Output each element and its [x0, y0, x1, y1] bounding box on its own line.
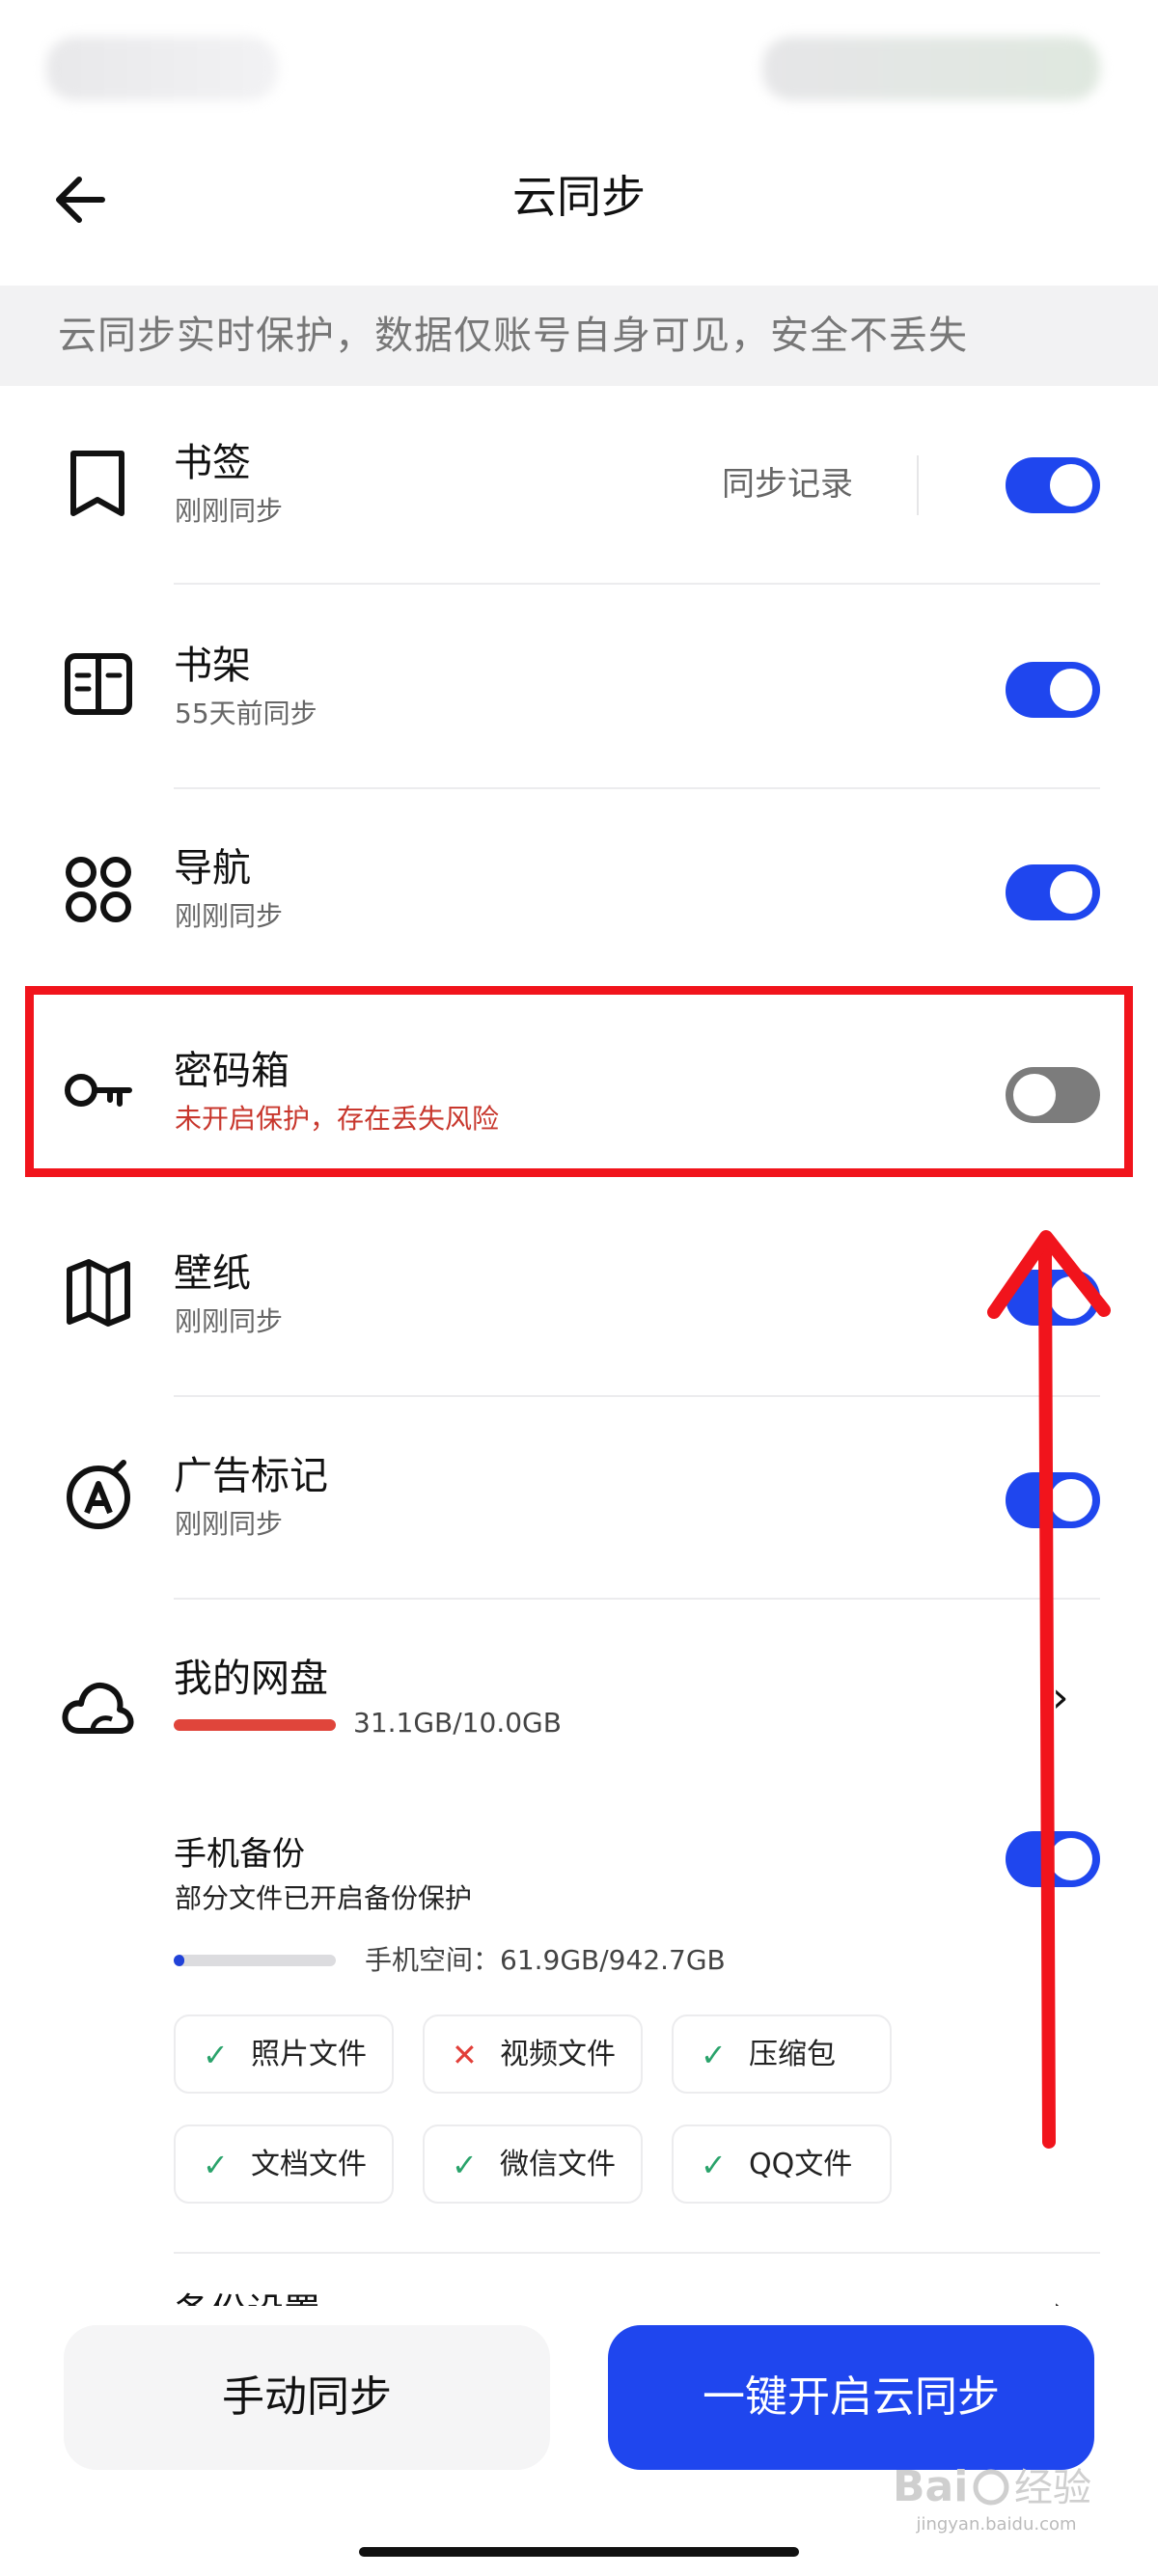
home-indicator[interactable] — [359, 2547, 799, 2557]
grid-circles-icon — [66, 857, 131, 922]
record-separator — [917, 455, 919, 515]
banner-text: 云同步实时保护，数据仅账号自身可见，安全不丢失 — [58, 314, 968, 358]
bottom-action-bar: 手动同步 一键开启云同步 Bai 经验 jingyan.baidu.com — [0, 2306, 1158, 2576]
ad-mark-icon — [67, 1460, 130, 1529]
sync-item-status: 刚刚同步 — [175, 495, 284, 527]
svg-text:Bai: Bai — [893, 2462, 968, 2511]
check-icon: ✓ — [701, 2037, 727, 2073]
backup-category-chip[interactable]: ✓ 照片文件 — [174, 2014, 394, 2094]
check-icon: ✓ — [203, 2147, 229, 2183]
sync-item-status: 刚刚同步 — [175, 900, 284, 932]
toggle-knob — [1050, 669, 1092, 711]
chip-label: 视频文件 — [500, 2038, 616, 2071]
divider — [174, 583, 1100, 585]
book-icon — [65, 653, 132, 715]
chip-label: 照片文件 — [251, 2038, 367, 2071]
sync-item-title: 书签 — [174, 441, 251, 485]
manual-sync-button[interactable]: 手动同步 — [64, 2325, 550, 2470]
backup-category-chip[interactable]: ✓ 微信文件 — [423, 2124, 643, 2204]
bookshelf-sync-toggle[interactable] — [1006, 662, 1100, 718]
chip-label: 文档文件 — [251, 2148, 367, 2181]
phone-space-text: 手机空间：61.9GB/942.7GB — [365, 1944, 726, 1976]
nav-bar: 云同步 — [0, 145, 1158, 253]
backup-category-chip[interactable]: ✕ 视频文件 — [423, 2014, 643, 2094]
divider — [174, 787, 1100, 789]
status-bar-left-blur — [46, 37, 278, 100]
bookmarks-sync-toggle[interactable] — [1006, 457, 1100, 513]
toggle-knob — [1050, 871, 1092, 914]
phone-space-fill — [174, 1955, 185, 1966]
divider — [174, 1395, 1100, 1397]
bookmark-icon — [70, 451, 124, 516]
sync-item-bookmarks: 书签 刚刚同步 同步记录 — [0, 386, 1158, 589]
backup-category-chip[interactable]: ✓ QQ文件 — [672, 2124, 892, 2204]
info-banner: 云同步实时保护，数据仅账号自身可见，安全不丢失 — [0, 286, 1158, 386]
sync-item-status: 刚刚同步 — [175, 1305, 284, 1337]
check-icon: ✓ — [701, 2147, 727, 2183]
backup-category-chip[interactable]: ✓ 文档文件 — [174, 2124, 394, 2204]
chip-label: 微信文件 — [500, 2148, 616, 2181]
cloud-quota-bar — [174, 1719, 336, 1731]
sync-record-link[interactable]: 同步记录 — [722, 461, 853, 507]
divider — [174, 2252, 1100, 2254]
backup-category-chip[interactable]: ✓ 压缩包 — [672, 2014, 892, 2094]
phone-backup-subtitle: 部分文件已开启备份保护 — [175, 1882, 473, 1914]
check-icon: ✓ — [452, 2147, 478, 2183]
sync-item-title: 导航 — [174, 846, 251, 891]
phone-space-bar — [174, 1955, 336, 1966]
cloud-disk-title: 我的网盘 — [174, 1657, 328, 1701]
sync-item-title: 壁纸 — [174, 1251, 251, 1296]
status-bar — [0, 0, 1158, 135]
chip-label: QQ文件 — [749, 2148, 853, 2181]
cloud-icon — [62, 1683, 134, 1734]
cross-icon: ✕ — [452, 2037, 478, 2073]
cloud-quota-text: 31.1GB/10.0GB — [353, 1707, 562, 1739]
highlight-box — [25, 986, 1133, 1177]
status-bar-right-blur — [762, 37, 1100, 100]
sync-item-navigation: 导航 刚刚同步 — [0, 791, 1158, 994]
toggle-knob — [1050, 464, 1092, 507]
sync-item-title: 书架 — [174, 644, 251, 688]
sync-item-status: 55天前同步 — [175, 698, 317, 729]
chip-label: 压缩包 — [749, 2038, 836, 2071]
sync-item-title: 广告标记 — [174, 1454, 328, 1498]
svg-text:经验: 经验 — [1014, 2466, 1091, 2510]
enable-cloud-sync-button[interactable]: 一键开启云同步 — [608, 2325, 1094, 2470]
map-icon — [67, 1259, 130, 1327]
sync-item-status: 刚刚同步 — [175, 1508, 284, 1540]
navigation-sync-toggle[interactable] — [1006, 864, 1100, 920]
red-arrow-annotation — [987, 1230, 1111, 2149]
watermark-url: jingyan.baidu.com — [916, 2514, 1077, 2535]
phone-backup-title: 手机备份 — [174, 1835, 305, 1874]
page-title: 云同步 — [512, 171, 646, 223]
divider — [174, 1598, 1100, 1600]
check-icon: ✓ — [203, 2037, 229, 2073]
sync-item-bookshelf: 书架 55天前同步 — [0, 589, 1158, 791]
